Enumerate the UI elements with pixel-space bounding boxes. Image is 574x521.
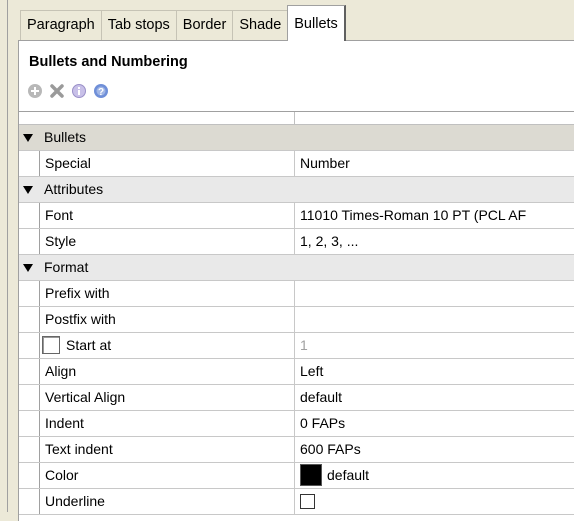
property-value[interactable] xyxy=(295,281,574,306)
collapse-triangle-icon[interactable] xyxy=(23,186,33,194)
row-color[interactable]: Color default xyxy=(19,463,574,489)
property-value[interactable]: 600 FAPs xyxy=(295,437,574,462)
add-icon[interactable] xyxy=(27,83,43,99)
property-value[interactable]: 11010 Times-Roman 10 PT (PCL AF xyxy=(295,203,574,228)
row-align[interactable]: Align Left xyxy=(19,359,574,385)
info-icon[interactable] xyxy=(71,83,87,99)
group-label: Format xyxy=(44,259,89,275)
collapse-triangle-icon[interactable] xyxy=(23,264,33,272)
property-label: Prefix with xyxy=(40,281,295,306)
property-label: Style xyxy=(40,229,295,254)
row-indent[interactable]: Indent 0 FAPs xyxy=(19,411,574,437)
group-attributes[interactable]: Attributes xyxy=(19,177,574,203)
collapse-triangle-icon[interactable] xyxy=(23,134,33,142)
property-value[interactable] xyxy=(295,307,574,332)
color-swatch[interactable] xyxy=(300,463,322,486)
tab-tab-stops[interactable]: Tab stops xyxy=(100,10,177,41)
property-label: Indent xyxy=(40,411,295,436)
help-icon[interactable]: ? xyxy=(93,83,109,99)
delete-icon[interactable] xyxy=(49,83,65,99)
row-special[interactable]: Special Number xyxy=(19,151,574,177)
bullets-panel: Bullets and Numbering ? Bullets Special … xyxy=(18,40,574,521)
property-label: Special xyxy=(40,151,295,176)
window-left-border xyxy=(7,0,8,512)
row-start-at[interactable]: Start at 1 xyxy=(19,333,574,359)
panel-title: Bullets and Numbering xyxy=(29,54,188,70)
property-label: Underline xyxy=(40,489,295,514)
property-value[interactable]: default xyxy=(295,385,574,410)
property-value[interactable]: 1, 2, 3, ... xyxy=(295,229,574,254)
tab-paragraph[interactable]: Paragraph xyxy=(20,10,102,41)
grid-header xyxy=(19,112,574,125)
group-format[interactable]: Format xyxy=(19,255,574,281)
property-label: Font xyxy=(40,203,295,228)
property-label: Vertical Align xyxy=(40,385,295,410)
property-value[interactable]: 0 FAPs xyxy=(295,411,574,436)
row-vertical-align[interactable]: Vertical Align default xyxy=(19,385,574,411)
group-bullets[interactable]: Bullets xyxy=(19,125,574,151)
property-label: Text indent xyxy=(40,437,295,462)
tab-shade[interactable]: Shade xyxy=(232,10,289,41)
start-at-checkbox[interactable] xyxy=(42,335,60,354)
property-value: default xyxy=(327,467,370,483)
property-value[interactable]: Number xyxy=(295,151,574,176)
svg-text:?: ? xyxy=(98,87,104,98)
row-text-indent[interactable]: Text indent 600 FAPs xyxy=(19,437,574,463)
row-underline[interactable]: Underline xyxy=(19,489,574,515)
property-value: 1 xyxy=(300,337,308,353)
row-font[interactable]: Font 11010 Times-Roman 10 PT (PCL AF xyxy=(19,203,574,229)
property-grid: Bullets Special Number Attributes Font 1… xyxy=(19,111,574,515)
tab-border[interactable]: Border xyxy=(175,10,234,41)
property-value[interactable]: Left xyxy=(295,359,574,384)
underline-checkbox[interactable] xyxy=(300,493,315,509)
group-label: Attributes xyxy=(44,181,104,197)
row-prefix[interactable]: Prefix with xyxy=(19,281,574,307)
row-postfix[interactable]: Postfix with xyxy=(19,307,574,333)
property-label: Align xyxy=(40,359,295,384)
property-label: Postfix with xyxy=(40,307,295,332)
group-label: Bullets xyxy=(44,129,87,145)
row-style[interactable]: Style 1, 2, 3, ... xyxy=(19,229,574,255)
property-label: Start at xyxy=(66,337,112,353)
toolbar: ? xyxy=(27,81,109,101)
tab-bullets[interactable]: Bullets xyxy=(287,5,346,41)
tab-bar: Paragraph Tab stops Border Shade Bullets xyxy=(20,5,346,41)
property-label: Color xyxy=(40,463,295,488)
